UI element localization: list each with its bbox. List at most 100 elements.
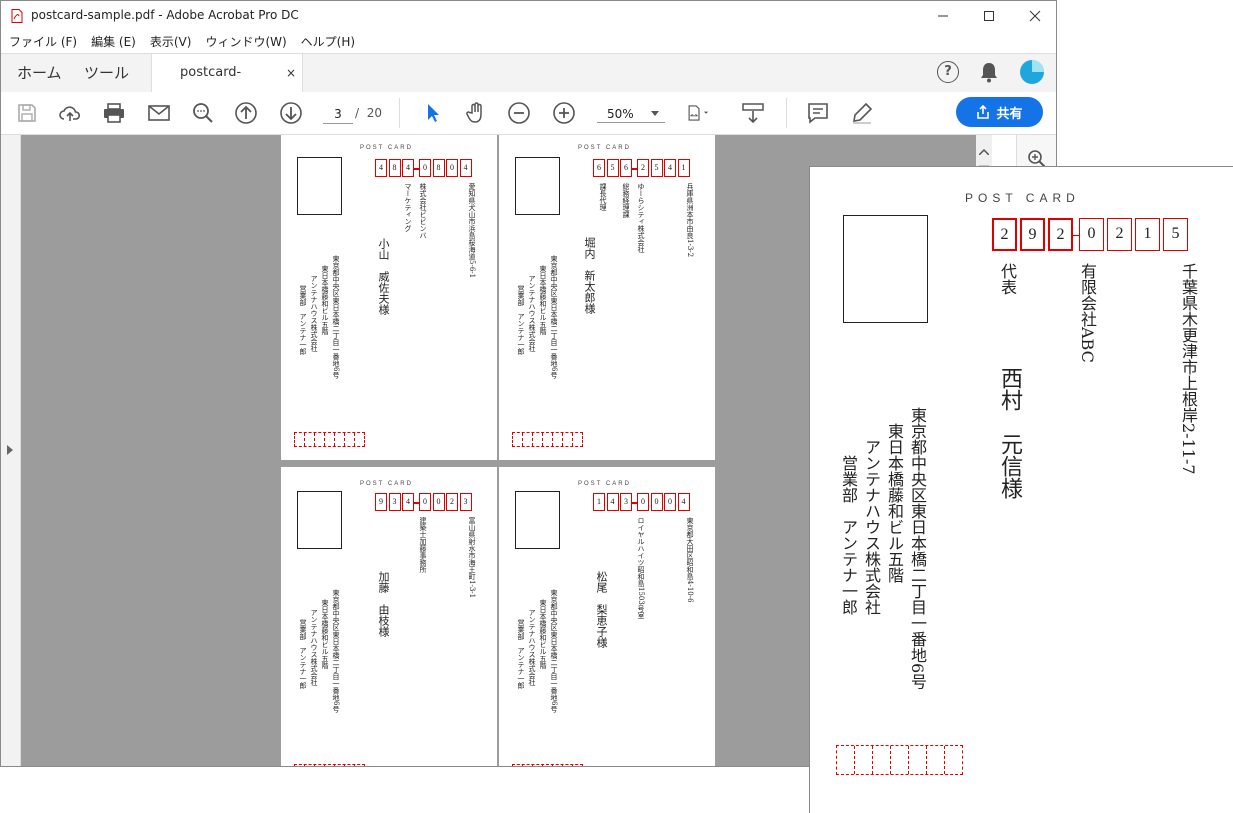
postal-code-digit: 0 xyxy=(419,493,431,511)
page-count: / 20 xyxy=(355,106,382,120)
sender-line: アンテナハウス株式会社 xyxy=(862,439,881,615)
postcard-page[interactable]: POST CARD 6 5 6 2 5 4 1 兵庫県洲本市由良1-3-2 ゆーらシティ株式会社総… xyxy=(499,135,715,460)
sender-postal-cell xyxy=(553,765,563,766)
scrolling-mode-button[interactable] xyxy=(741,101,765,125)
maximize-button[interactable] xyxy=(966,1,1012,31)
sender-line: アンテナハウス株式会社 xyxy=(310,275,318,352)
sender-postal-cell xyxy=(927,746,945,774)
postal-code-digit: 6 xyxy=(593,159,605,177)
search-button[interactable] xyxy=(191,101,215,125)
postcard-label: POST CARD xyxy=(360,481,413,487)
highlight-button[interactable] xyxy=(850,101,874,125)
zoom-in-button[interactable] xyxy=(552,101,576,125)
menu-help[interactable]: ヘルプ(H) xyxy=(301,31,355,53)
cloud-upload-icon xyxy=(59,106,81,121)
bell-icon[interactable] xyxy=(979,61,999,83)
tab-tools[interactable]: ツール xyxy=(84,54,129,92)
left-panel-toggle[interactable] xyxy=(1,135,21,766)
menu-window[interactable]: ウィンドウ(W) xyxy=(205,31,286,53)
sender-postal-cell xyxy=(563,765,573,766)
postcard-page[interactable]: POST CARD 4 8 4 0 8 0 4 愛知県犬山市浜島桜海道5-6-1 株式会社ビビンバ… xyxy=(281,135,497,460)
comment-button[interactable] xyxy=(806,101,830,125)
menu-view[interactable]: 表示(V) xyxy=(150,31,192,53)
sender-postal-cell xyxy=(295,433,305,446)
sender-postal-cell xyxy=(945,746,962,774)
sender-line: 東日本橋藤和ビル五階 xyxy=(539,599,547,669)
postal-code-digit: 0 xyxy=(1079,218,1104,251)
tab-document[interactable]: postcard-sample.pdf × xyxy=(151,54,303,118)
sender-postal-cell xyxy=(315,433,325,446)
postal-code-digit: 4 xyxy=(664,159,676,177)
postal-code-digit: 0 xyxy=(637,493,649,511)
next-page-button[interactable] xyxy=(279,101,303,125)
postal-code-digit: 2 xyxy=(446,493,458,511)
hand-tool-button[interactable] xyxy=(464,101,488,125)
postal-code-digit: 2 xyxy=(637,159,649,177)
zoom-out-button[interactable] xyxy=(507,101,531,125)
stamp-box xyxy=(297,157,342,215)
postal-code-digit: 5 xyxy=(1163,218,1188,251)
postal-code-digit: 5 xyxy=(606,159,619,177)
postal-code-digit: 6 xyxy=(620,159,632,177)
sender-postal-cell xyxy=(325,433,335,446)
print-button[interactable] xyxy=(102,101,126,125)
window-title: postcard-sample.pdf - Adobe Acrobat Pro … xyxy=(31,8,299,22)
tab-close-icon[interactable]: × xyxy=(286,54,296,92)
sender-line: 営業部 アンテナ一郎 xyxy=(299,619,307,689)
page-fit-button[interactable] xyxy=(687,101,721,125)
share-label: 共有 xyxy=(996,106,1023,122)
previous-page-button[interactable] xyxy=(234,101,258,125)
sender-postal-cell xyxy=(325,765,335,766)
sender-line: 東日本橋藤和ビル五階 xyxy=(321,265,329,335)
page-total: 20 xyxy=(366,106,382,120)
sender-postal-cell xyxy=(533,765,543,766)
tab-home[interactable]: ホーム xyxy=(17,54,62,92)
stamp-box xyxy=(515,491,560,549)
menu-file[interactable]: ファイル (F) xyxy=(9,31,77,53)
toolbar: 3 / 20 50% 共有 xyxy=(1,92,1056,135)
menu-edit[interactable]: 編集 (E) xyxy=(91,31,136,53)
postal-code-digit: 0 xyxy=(446,159,458,177)
postcard-page[interactable]: POST CARD 1 4 3 0 0 0 4 東京都大田区昭和島4-10-6 ロイヤルハイツ昭和… xyxy=(499,467,715,766)
help-icon[interactable]: ? xyxy=(937,61,959,83)
envelope-icon xyxy=(148,105,170,121)
toolbar-divider xyxy=(399,98,400,128)
share-button[interactable]: 共有 xyxy=(956,97,1043,127)
sender-line: 東京都中央区東日本橋二丁目一番地6号 xyxy=(332,255,340,379)
avatar[interactable] xyxy=(1020,60,1044,84)
sender-line: 営業部 アンテナ一郎 xyxy=(517,285,525,355)
sender-postal-cell xyxy=(305,765,315,766)
recipient-address: 富山県射水市海王町1-3-1 xyxy=(468,517,476,599)
upload-cloud-button[interactable] xyxy=(58,101,82,125)
sender-postal-boxes xyxy=(294,764,365,766)
recipient-name: 松尾 梨恵子様 xyxy=(595,571,608,648)
comment-icon xyxy=(808,103,828,124)
postal-code-digit: 9 xyxy=(1020,218,1045,251)
email-button[interactable] xyxy=(147,101,171,125)
recipient-company: 有限会社ABC xyxy=(1078,263,1097,363)
title-bar: postcard-sample.pdf - Adobe Acrobat Pro … xyxy=(1,1,1056,31)
postal-code-digit: 5 xyxy=(650,159,663,177)
stamp-box xyxy=(297,491,342,549)
close-window-button[interactable] xyxy=(1012,1,1056,31)
share-icon xyxy=(977,105,990,119)
recipient-address: 東京都大田区昭和島4-10-6 xyxy=(686,517,694,603)
save-button[interactable] xyxy=(15,101,39,125)
sender-postal-cell xyxy=(543,765,553,766)
sender-postal-cell xyxy=(873,746,891,774)
page-number-input[interactable]: 3 xyxy=(323,105,353,124)
recipient-department: 総務経理課 xyxy=(622,183,630,218)
postcard-page[interactable]: POST CARD 9 3 4 0 0 2 3 富山県射水市海王町1-3-1 建築士加藤事務所 加藤… xyxy=(281,467,497,766)
postal-code-digit: 3 xyxy=(388,493,401,511)
zoom-select[interactable]: 50% xyxy=(597,105,665,123)
postal-code-digit: 4 xyxy=(375,159,387,177)
recipient-address: 愛知県犬山市浜島桜海道5-6-1 xyxy=(468,183,476,279)
postal-code-digit: 4 xyxy=(459,159,472,177)
sender-postal-boxes xyxy=(294,432,365,447)
scroll-up-arrow-icon[interactable] xyxy=(979,149,989,155)
page-separator: / xyxy=(355,106,360,120)
select-tool-button[interactable] xyxy=(421,101,445,125)
minimize-button[interactable] xyxy=(920,1,966,31)
postal-code-digit: 2 xyxy=(1048,218,1073,251)
postal-code-digit: 9 xyxy=(375,493,387,511)
